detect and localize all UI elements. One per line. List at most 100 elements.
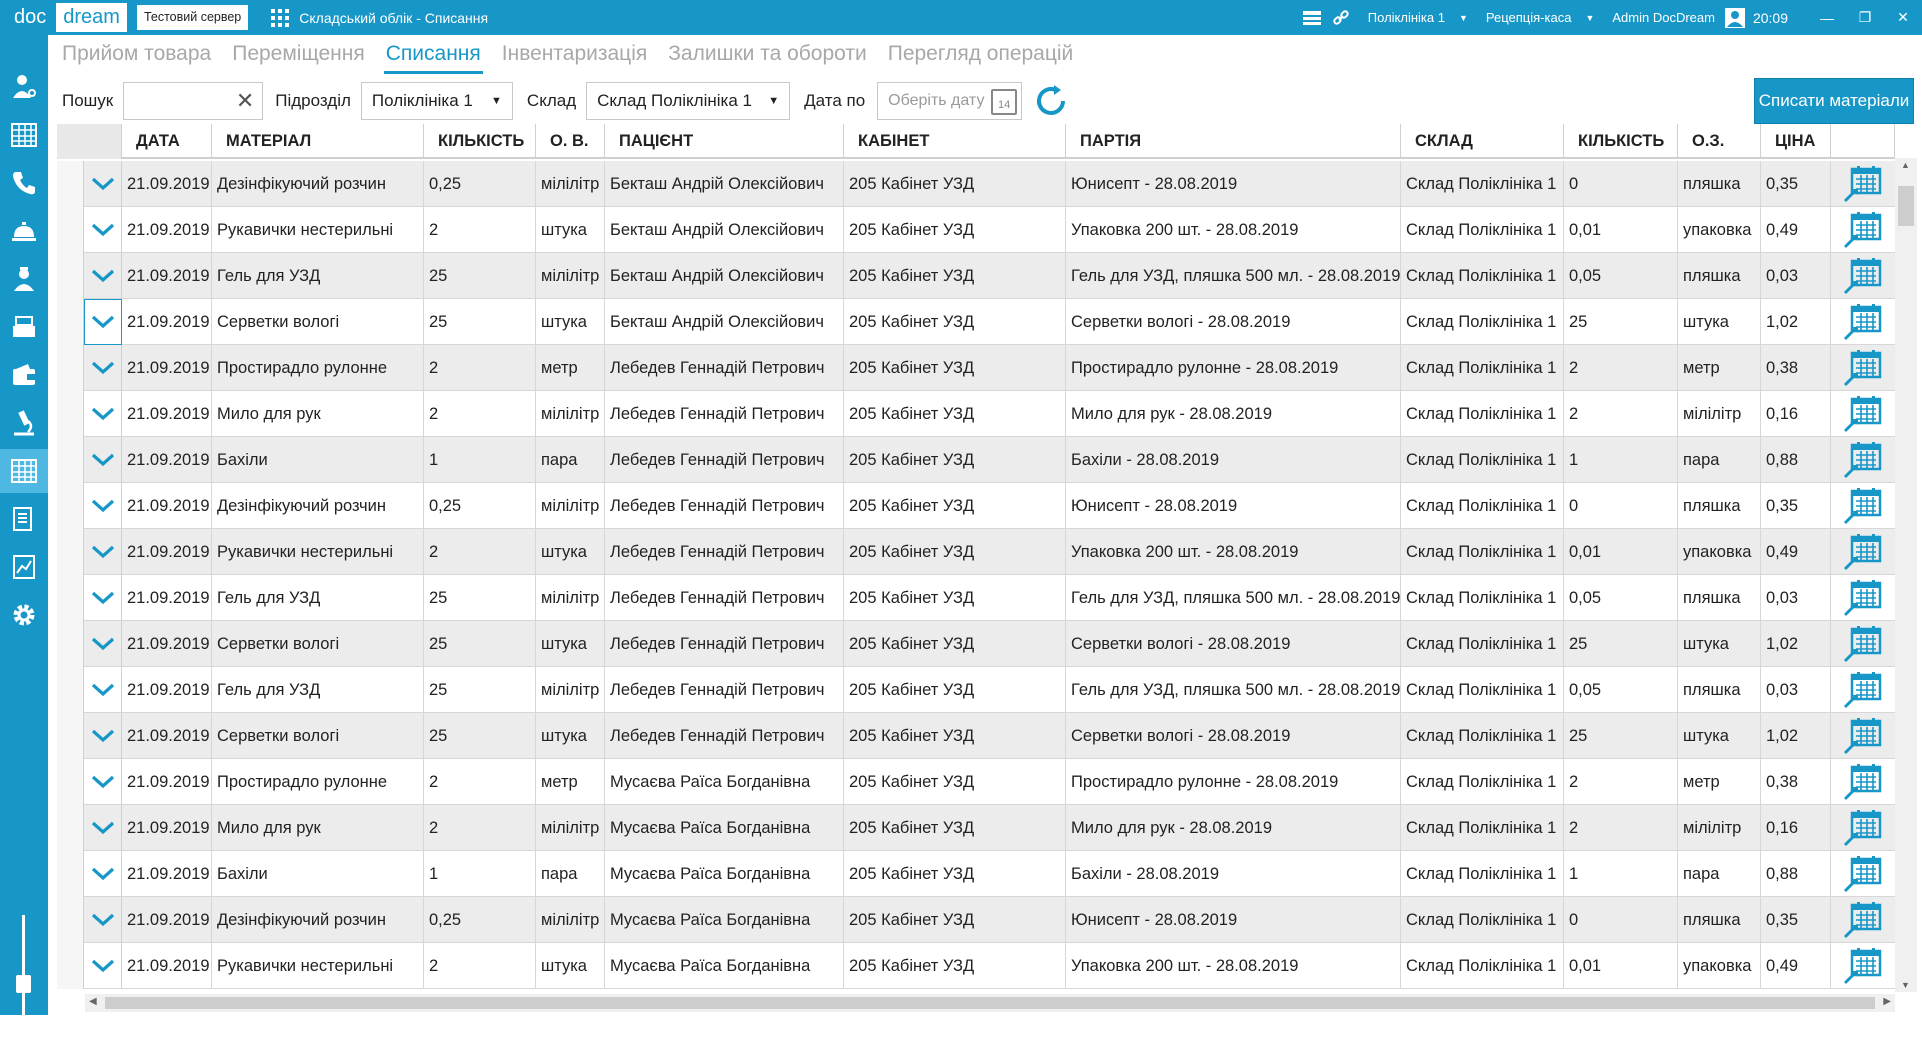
sidebar-item-nurses[interactable] <box>0 257 48 301</box>
row-selector[interactable] <box>57 943 84 989</box>
expand-row-button[interactable] <box>84 299 122 345</box>
edit-writeoff-icon[interactable] <box>1843 809 1883 847</box>
edit-writeoff-icon[interactable] <box>1843 303 1883 341</box>
edit-writeoff-icon[interactable] <box>1843 349 1883 387</box>
column-header-batch[interactable]: ПАРТІЯ <box>1066 124 1401 159</box>
expand-row-button[interactable] <box>84 207 122 253</box>
monitor-icon[interactable] <box>1302 10 1322 26</box>
tab-write-off[interactable]: Списання <box>383 40 483 74</box>
column-header-unit[interactable]: О. В. <box>536 124 605 159</box>
table-row[interactable]: 21.09.2019 Дезінфікуючий розчин 0,25 мілілі… <box>57 483 1895 529</box>
refresh-icon[interactable] <box>1032 82 1070 120</box>
expand-row-button[interactable] <box>84 575 122 621</box>
row-selector[interactable] <box>57 851 84 897</box>
table-row[interactable]: 21.09.2019 Гель для УЗД 25 мілілітр Бекташ А… <box>57 253 1895 299</box>
table-row[interactable]: 21.09.2019 Серветки вологі 25 штука Лебедев … <box>57 621 1895 667</box>
row-selector[interactable] <box>57 437 84 483</box>
expand-row-button[interactable] <box>84 161 122 207</box>
write-off-materials-button[interactable]: Списати матеріали <box>1754 78 1914 124</box>
minimize-button[interactable]: — <box>1808 10 1846 26</box>
vertical-scroll-thumb[interactable] <box>1898 186 1914 226</box>
edit-writeoff-icon[interactable] <box>1843 533 1883 571</box>
table-row[interactable]: 21.09.2019 Гель для УЗД 25 мілілітр Лебедев … <box>57 667 1895 713</box>
sidebar-item-lab[interactable] <box>0 401 48 445</box>
row-selector[interactable] <box>57 391 84 437</box>
table-row[interactable]: 21.09.2019 Простирадло рулонне 2 метр Мусаєв… <box>57 759 1895 805</box>
table-row[interactable]: 21.09.2019 Рукавички нестерильні 2 штука Мус… <box>57 943 1895 989</box>
expand-row-button[interactable] <box>84 253 122 299</box>
warehouse-select[interactable]: Склад Поліклініка 1 ▼ <box>586 82 791 120</box>
expand-row-button[interactable] <box>84 437 122 483</box>
scroll-left-icon[interactable]: ◀ <box>89 996 97 1007</box>
expand-row-button[interactable] <box>84 805 122 851</box>
row-selector[interactable] <box>57 253 84 299</box>
edit-writeoff-icon[interactable] <box>1843 579 1883 617</box>
edit-writeoff-icon[interactable] <box>1843 901 1883 939</box>
row-selector[interactable] <box>57 713 84 759</box>
edit-writeoff-icon[interactable] <box>1843 763 1883 801</box>
search-input[interactable]: ✕ <box>123 82 264 120</box>
table-row[interactable]: 21.09.2019 Серветки вологі 25 штука Лебедев … <box>57 713 1895 759</box>
sidebar-item-reception[interactable] <box>0 209 48 253</box>
expand-row-button[interactable] <box>84 667 122 713</box>
horizontal-scrollbar[interactable]: ◀ ▶ <box>85 994 1895 1012</box>
table-row[interactable]: 21.09.2019 Бахіли 1 пара Лебедев Геннадій Пе… <box>57 437 1895 483</box>
tab-operations[interactable]: Перегляд операцій <box>886 40 1076 74</box>
expand-row-button[interactable] <box>84 897 122 943</box>
edit-writeoff-icon[interactable] <box>1843 165 1883 203</box>
expand-row-button[interactable] <box>84 529 122 575</box>
zoom-slider-handle[interactable] <box>16 975 31 993</box>
tab-balances[interactable]: Залишки та обороти <box>666 40 868 74</box>
edit-writeoff-icon[interactable] <box>1843 211 1883 249</box>
row-selector[interactable] <box>57 299 84 345</box>
table-row[interactable]: 21.09.2019 Мило для рук 2 мілілітр Лебедев Г… <box>57 391 1895 437</box>
row-selector[interactable] <box>57 529 84 575</box>
table-row[interactable]: 21.09.2019 Мило для рук 2 мілілітр Мусаєва Р… <box>57 805 1895 851</box>
expand-row-button[interactable] <box>84 759 122 805</box>
sidebar-item-doctors[interactable] <box>0 65 48 109</box>
sidebar-item-documents[interactable] <box>0 497 48 541</box>
column-header-material[interactable]: МАТЕРІАЛ <box>212 124 424 159</box>
expand-row-button[interactable] <box>84 851 122 897</box>
sidebar-item-warehouse[interactable] <box>0 449 48 493</box>
sidebar-item-calls[interactable] <box>0 161 48 205</box>
table-row[interactable]: 21.09.2019 Гель для УЗД 25 мілілітр Лебедев … <box>57 575 1895 621</box>
close-button[interactable]: ✕ <box>1884 9 1922 26</box>
sidebar-item-reports[interactable] <box>0 545 48 589</box>
column-header-patient[interactable]: ПАЦІЄНТ <box>605 124 844 159</box>
edit-writeoff-icon[interactable] <box>1843 441 1883 479</box>
row-selector[interactable] <box>57 483 84 529</box>
row-selector[interactable] <box>57 161 84 207</box>
sidebar-item-settings[interactable] <box>0 593 48 637</box>
row-selector[interactable] <box>57 759 84 805</box>
row-selector[interactable] <box>57 667 84 713</box>
expand-row-button[interactable] <box>84 345 122 391</box>
expand-row-button[interactable] <box>84 943 122 989</box>
restore-button[interactable]: ❐ <box>1846 9 1884 26</box>
edit-writeoff-icon[interactable] <box>1843 855 1883 893</box>
expand-row-button[interactable] <box>84 483 122 529</box>
scroll-right-icon[interactable]: ▶ <box>1883 996 1891 1007</box>
table-row[interactable]: 21.09.2019 Дезінфікуючий розчин 0,25 мілілі… <box>57 161 1895 207</box>
expand-row-button[interactable] <box>84 621 122 667</box>
table-row[interactable]: 21.09.2019 Серветки вологі 25 штука Бекташ А… <box>57 299 1895 345</box>
user-avatar-icon[interactable] <box>1724 7 1745 28</box>
column-header-cabinet[interactable]: КАБІНЕТ <box>844 124 1066 159</box>
tab-transfer[interactable]: Переміщення <box>230 40 367 74</box>
row-selector[interactable] <box>57 897 84 943</box>
table-row[interactable]: 21.09.2019 Дезінфікуючий розчин 0,25 мілілі… <box>57 897 1895 943</box>
row-selector[interactable] <box>57 575 84 621</box>
row-selector[interactable] <box>57 345 84 391</box>
column-header-stock-unit[interactable]: О.З. <box>1678 124 1761 159</box>
table-row[interactable]: 21.09.2019 Рукавички нестерильні 2 штука Бек… <box>57 207 1895 253</box>
row-selector[interactable] <box>57 805 84 851</box>
edit-writeoff-icon[interactable] <box>1843 947 1883 985</box>
clinic-selector[interactable]: Поліклініка 1 ▼ <box>1368 10 1468 25</box>
sidebar-item-schedule[interactable] <box>0 113 48 157</box>
date-input[interactable]: Оберіть дату 14 <box>877 82 1023 120</box>
column-header-date[interactable]: ДАТА <box>122 124 212 159</box>
expand-row-button[interactable] <box>84 713 122 759</box>
apps-grid-icon[interactable] <box>271 8 290 27</box>
clear-icon[interactable]: ✕ <box>236 88 254 114</box>
tab-inventory[interactable]: Інвентаризація <box>500 40 649 74</box>
